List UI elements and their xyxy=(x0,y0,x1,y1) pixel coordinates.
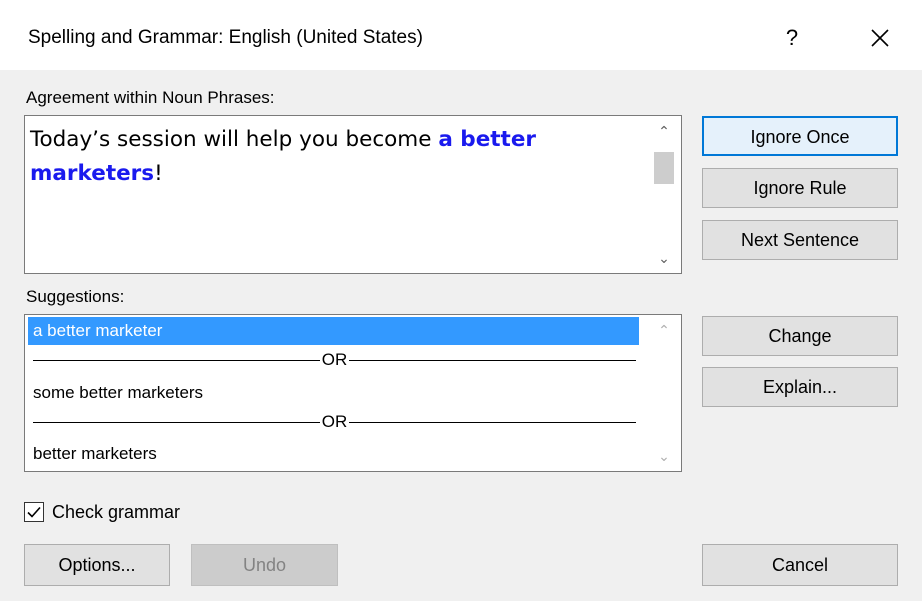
sentence-text-before: Today’s session will help you become xyxy=(30,127,439,152)
checkmark-icon xyxy=(27,506,41,518)
sentence-text[interactable]: Today’s session will help you become a b… xyxy=(30,123,640,191)
suggestions-scrollbar[interactable]: ⌃ ⌄ xyxy=(647,315,681,471)
scroll-down-icon[interactable]: ⌄ xyxy=(647,443,681,469)
rule-label: Agreement within Noun Phrases: xyxy=(26,88,275,107)
suggestions-list[interactable]: a better marketer OR some better markete… xyxy=(24,314,682,472)
help-button[interactable]: ? xyxy=(770,18,814,58)
suggestions-label: Suggestions: xyxy=(26,287,125,306)
explain-button[interactable]: Explain... xyxy=(702,367,898,407)
change-button[interactable]: Change xyxy=(702,316,898,356)
ignore-once-button[interactable]: Ignore Once xyxy=(702,116,898,156)
options-button[interactable]: Options... xyxy=(24,544,170,586)
check-grammar-checkbox[interactable] xyxy=(24,502,44,522)
title-bar: Spelling and Grammar: English (United St… xyxy=(0,0,922,70)
close-button[interactable] xyxy=(858,18,902,58)
scroll-down-icon[interactable]: ⌄ xyxy=(647,245,681,271)
ignore-rule-button[interactable]: Ignore Rule xyxy=(702,168,898,208)
suggestion-item[interactable]: better marketers xyxy=(28,440,639,468)
scroll-up-icon[interactable]: ⌃ xyxy=(647,317,681,343)
check-grammar-label: Check grammar xyxy=(52,501,181,522)
or-separator-text: OR xyxy=(321,412,348,431)
spelling-grammar-dialog: Spelling and Grammar: English (United St… xyxy=(0,0,922,601)
check-grammar-option[interactable]: Check grammar xyxy=(24,500,180,524)
cancel-button[interactable]: Cancel xyxy=(702,544,898,586)
or-separator: OR xyxy=(33,410,636,434)
sentence-text-after: ! xyxy=(154,161,163,186)
sentence-box[interactable]: Today’s session will help you become a b… xyxy=(24,115,682,274)
scroll-thumb[interactable] xyxy=(654,152,674,184)
next-sentence-button[interactable]: Next Sentence xyxy=(702,220,898,260)
sentence-scrollbar[interactable]: ⌃ ⌄ xyxy=(647,116,681,273)
window-title: Spelling and Grammar: English (United St… xyxy=(28,27,423,48)
suggestion-item[interactable]: a better marketer xyxy=(28,317,639,345)
scroll-up-icon[interactable]: ⌃ xyxy=(647,118,681,144)
suggestion-item[interactable]: some better marketers xyxy=(28,379,639,407)
undo-button[interactable]: Undo xyxy=(191,544,338,586)
or-separator: OR xyxy=(33,348,636,372)
or-separator-text: OR xyxy=(321,350,348,369)
close-icon xyxy=(871,29,889,47)
